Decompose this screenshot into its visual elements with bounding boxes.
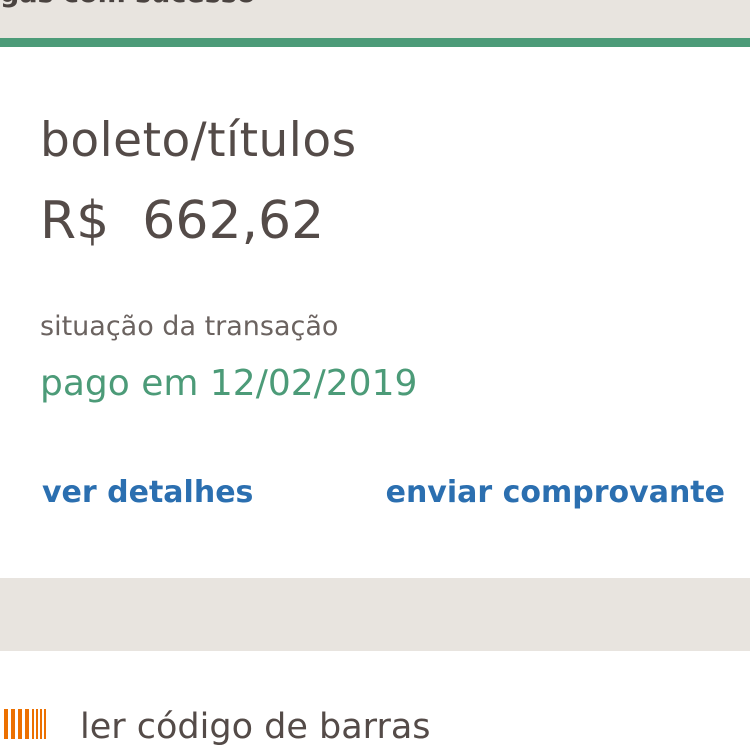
section-separator	[0, 578, 750, 651]
payment-card: boleto/títulos R$ 662,62 situação da tra…	[0, 47, 750, 578]
payment-type-title: boleto/títulos	[40, 113, 357, 168]
transaction-status-label: situação da transação	[40, 311, 339, 342]
payment-amount: R$ 662,62	[40, 191, 325, 251]
scan-barcode-row[interactable]: ler código de barras	[0, 651, 750, 750]
send-receipt-link[interactable]: enviar comprovante	[386, 475, 725, 510]
scan-barcode-label: ler código de barras	[80, 707, 431, 747]
transaction-status-value: pago em 12/02/2019	[40, 363, 418, 404]
view-details-link[interactable]: ver detalhes	[42, 475, 253, 510]
top-banner: gas com sucesso	[0, 0, 750, 38]
barcode-icon	[4, 709, 46, 739]
success-message: gas com sucesso	[0, 0, 255, 9]
success-divider	[0, 38, 750, 47]
